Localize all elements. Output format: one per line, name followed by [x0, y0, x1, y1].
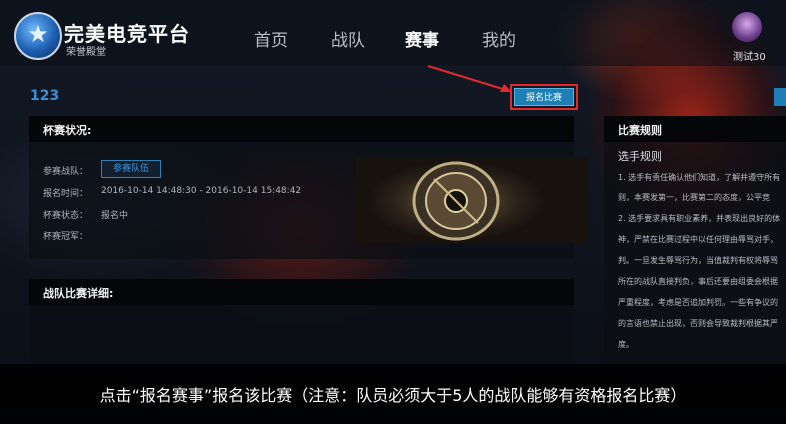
nav-mine[interactable]: 我的	[482, 26, 516, 51]
nav-teams[interactable]: 战队	[331, 26, 365, 51]
status-label: 杯赛状态：	[43, 211, 89, 221]
pointer-arrow-icon	[427, 65, 512, 92]
caption-bar: 点击“报名赛事”报名该比赛（注意：队员必须大于5人的战队能够有资格报名比赛）	[0, 364, 786, 424]
caption-text: 点击“报名赛事”报名该比赛（注意：队员必须大于5人的战队能够有资格报名比赛）	[99, 386, 687, 405]
rule-line: 神，严禁在比赛过程中以任何理由辱骂对手，	[618, 235, 778, 244]
participants-label: 参赛战队：	[43, 167, 89, 177]
platform-subtitle: 荣誉殿堂	[66, 47, 106, 58]
signup-button[interactable]: 报名比赛	[514, 88, 574, 106]
team-details-header: 战队比赛详细:	[29, 279, 574, 305]
rule-line: 判。一旦发生辱骂行为，当值裁判有权将辱骂	[618, 256, 778, 265]
cup-status-header: 杯赛状况:	[29, 116, 574, 142]
nav-events[interactable]: 赛事	[405, 26, 439, 51]
rule-line: 则，本赛发第一，比赛第二的态度，公平竞	[618, 193, 770, 202]
user-name[interactable]: 测试30	[733, 48, 766, 63]
cup-status-panel: 杯赛状况: 参赛战队： 参赛队伍 报名时间： 2016-10-14 14:48:…	[29, 116, 588, 259]
participants-button[interactable]: 参赛队伍	[101, 160, 161, 178]
cup-status-title: 杯赛状况:	[43, 124, 92, 137]
rules-header: 比赛规则	[604, 116, 786, 142]
rule-line: 严重程度，考虑是否追加判罚。一些有争议的	[618, 298, 778, 307]
rule-line: 2. 选手要求具有职业素养，并表现出良好的体	[618, 214, 781, 223]
aegis-icon	[412, 161, 500, 241]
rule-line: 所在的战队直接判负，事后还要由组委会根据	[618, 277, 778, 286]
user-avatar[interactable]	[732, 12, 762, 42]
top-header: ★ 完美电竞平台 荣誉殿堂 首页 战队 赛事 我的 测试30	[0, 0, 786, 66]
side-tab-button[interactable]	[774, 88, 786, 106]
signup-time-label: 报名时间：	[43, 189, 89, 199]
rules-panel: 比赛规则 选手规则 1. 选手有责任确认他们知道，了解并遵守所有 则，本赛发第一…	[604, 116, 786, 366]
champion-label: 杯赛冠军：	[43, 232, 89, 242]
status-value: 报名中	[101, 211, 129, 221]
rules-subtitle: 选手规则	[618, 150, 662, 163]
rule-line: 度。	[618, 340, 634, 349]
signup-time-value: 2016-10-14 14:48:30 - 2016-10-14 15:48:4…	[101, 186, 302, 196]
trophy-image	[356, 157, 588, 243]
rule-line: 的言语也禁止出现，否则会导致裁判根据其严	[618, 319, 778, 328]
rule-line: 1. 选手有责任确认他们知道，了解并遵守所有	[618, 173, 781, 182]
nav-home[interactable]: 首页	[254, 26, 288, 51]
platform-logo-icon[interactable]: ★	[14, 12, 62, 60]
match-id: 123	[30, 88, 60, 104]
team-details-panel: 战队比赛详细:	[29, 279, 574, 364]
team-details-title: 战队比赛详细:	[43, 287, 114, 300]
rules-title: 比赛规则	[618, 124, 662, 137]
